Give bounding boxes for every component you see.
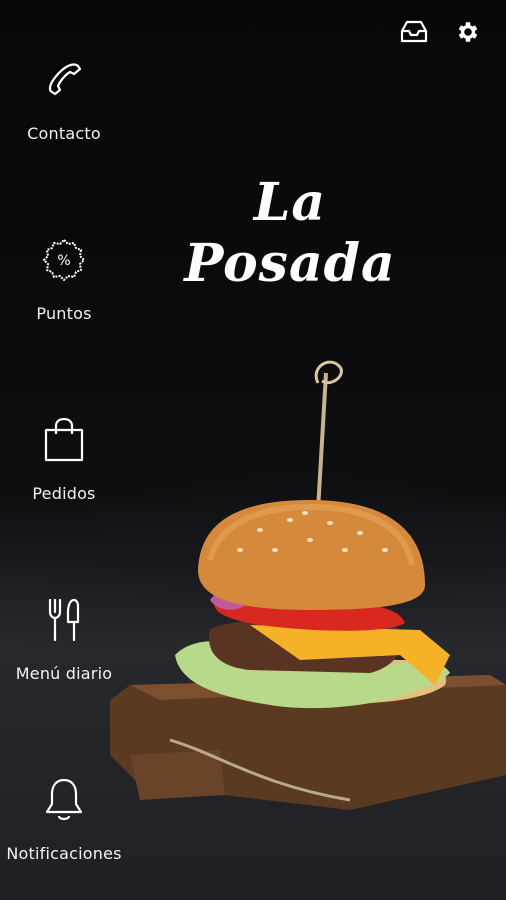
sidebar-item-label: Notificaciones [6,844,122,863]
top-actions [398,16,484,48]
brand-logo: La Posada [184,172,396,294]
sidebar-item-contacto[interactable]: Contacto [0,52,128,143]
burger-photo [100,355,506,825]
sidebar-item-label: Puntos [36,304,92,323]
inbox-icon[interactable] [398,16,430,48]
sidebar-item-puntos[interactable]: % Puntos [0,232,128,323]
svg-text:%: % [57,253,70,269]
shopping-bag-icon [36,412,92,468]
percent-badge-icon: % [36,232,92,288]
sidebar-item-label: Contacto [27,124,101,143]
phone-icon [36,52,92,108]
gear-icon[interactable] [452,16,484,48]
bell-icon [36,772,92,828]
fork-knife-icon [36,592,92,648]
